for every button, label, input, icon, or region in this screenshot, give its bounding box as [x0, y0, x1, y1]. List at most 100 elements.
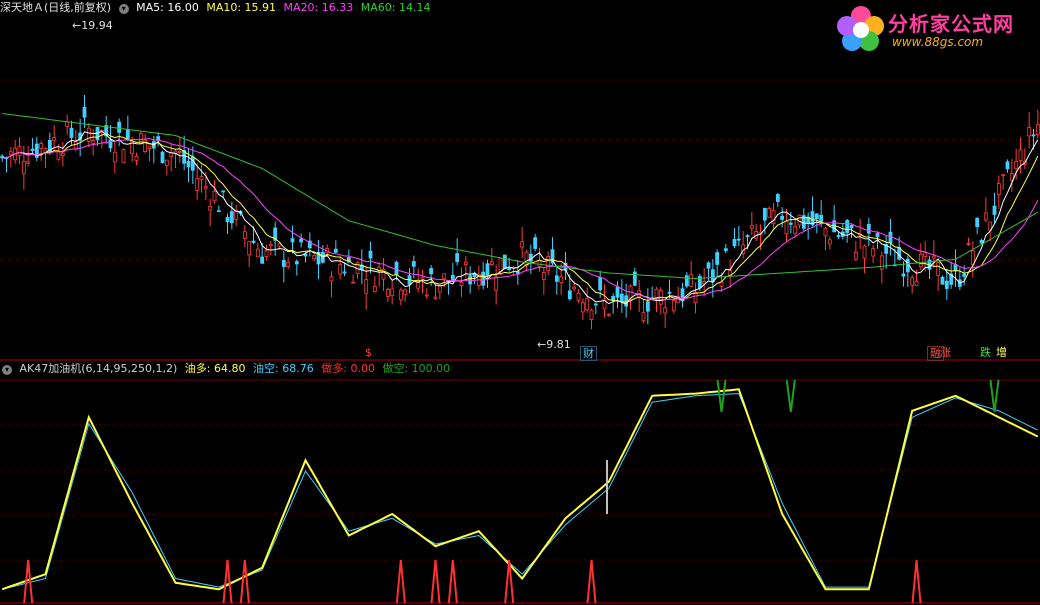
candle-body	[1018, 149, 1023, 162]
site-logo[interactable]: 分析家公式网 www.88gs.com	[834, 2, 1034, 56]
candle-body	[762, 207, 767, 221]
candle-body	[619, 293, 624, 302]
candle-body	[845, 220, 850, 233]
candle-body	[260, 256, 265, 264]
candle-body	[784, 221, 789, 235]
candle-body	[1031, 134, 1036, 137]
you-duo-label: 油多:	[184, 362, 211, 375]
you-duo-value: 64.80	[214, 362, 246, 375]
low-price-label: ←9.81	[537, 338, 571, 351]
ma10-label: MA10:	[206, 1, 242, 14]
candle-body	[593, 303, 598, 306]
candle-body	[294, 261, 299, 265]
candle-body	[221, 190, 226, 193]
candle-body	[520, 241, 525, 248]
candle-body	[554, 275, 559, 282]
candle-body	[502, 254, 507, 270]
chevron-down-icon[interactable]: ▾	[2, 365, 12, 375]
zuo-duo-signal	[430, 559, 441, 604]
candle-body	[485, 263, 490, 277]
candle-body	[580, 302, 585, 313]
candle-body	[745, 235, 750, 237]
marker-s[interactable]: $	[363, 346, 374, 359]
zuo-duo-signal	[395, 559, 406, 604]
flower-icon	[837, 6, 884, 51]
candle-body	[780, 215, 785, 220]
candle-body	[481, 271, 486, 286]
candle-body	[489, 261, 494, 265]
candle-body	[624, 295, 629, 307]
candle-body	[732, 238, 737, 247]
ma10-line	[2, 132, 1039, 303]
candle-body	[888, 231, 893, 244]
candle-body	[442, 273, 447, 280]
ma5-line	[2, 130, 1039, 305]
candle-body	[541, 272, 546, 280]
zuo-duo-signal	[586, 559, 597, 604]
candle-body	[1035, 124, 1040, 135]
candle-body	[819, 214, 824, 222]
marker-zeng[interactable]: 增	[994, 346, 1009, 359]
zuo-duo-signal	[23, 559, 34, 604]
candle-body	[398, 289, 403, 301]
marker-zhang[interactable]: 涨	[938, 346, 953, 359]
candle-body	[979, 240, 984, 244]
candle-body	[147, 145, 152, 149]
candle-body	[944, 280, 949, 289]
zuo-duo-signal	[222, 559, 233, 604]
candle-body	[567, 290, 572, 300]
marker-die[interactable]: 跌	[978, 346, 993, 359]
indicator-title: AK47加油机(6,14,95,250,1,2)	[19, 362, 178, 375]
candle-body	[866, 223, 871, 234]
zuo-kong-signal	[785, 379, 796, 413]
candle-body	[663, 307, 668, 314]
candle-body	[208, 205, 213, 211]
marker-cai[interactable]: 财	[580, 346, 597, 361]
candle-body	[853, 252, 858, 260]
candle-body	[918, 253, 923, 268]
candle-body	[112, 151, 117, 163]
ma60-label: MA60:	[360, 1, 396, 14]
candle-body	[216, 210, 221, 213]
candle-body	[498, 257, 503, 273]
candle-body	[290, 238, 295, 243]
candle-body	[793, 225, 798, 234]
candle-body	[1001, 174, 1006, 177]
ma60-value: 14.14	[398, 1, 431, 14]
candle-body	[333, 248, 338, 253]
candle-body	[875, 233, 880, 237]
candle-body	[494, 276, 499, 291]
candle-body	[1005, 161, 1010, 170]
candle-body	[706, 262, 711, 269]
candle-body	[134, 156, 139, 161]
candle-body	[450, 274, 455, 282]
candle-body	[589, 309, 594, 320]
candle-body	[775, 194, 780, 202]
candle-body	[247, 241, 252, 256]
ma20-value: 16.33	[321, 1, 354, 14]
candle-body	[814, 213, 819, 220]
candle-body	[546, 256, 551, 271]
candle-body	[69, 127, 74, 138]
candle-body	[827, 239, 832, 245]
candle-body	[606, 313, 611, 316]
kline-chart-canvas[interactable]	[0, 0, 1040, 605]
candle-body	[117, 121, 122, 133]
candle-body	[8, 151, 13, 155]
candle-body	[931, 255, 936, 259]
candle-body	[21, 160, 26, 175]
candle-body	[966, 243, 971, 246]
candle-body	[537, 260, 542, 267]
candle-body	[108, 139, 113, 149]
candle-body	[17, 145, 22, 157]
candle-body	[645, 301, 650, 312]
chevron-down-icon[interactable]: ▾	[118, 4, 129, 14]
candle-body	[923, 252, 928, 257]
candle-body	[338, 264, 343, 275]
candle-body	[641, 312, 646, 322]
candle-body	[585, 298, 590, 311]
candle-body	[281, 259, 286, 267]
candle-body	[962, 273, 967, 277]
candle-body	[199, 176, 204, 181]
candle-body	[303, 253, 308, 257]
